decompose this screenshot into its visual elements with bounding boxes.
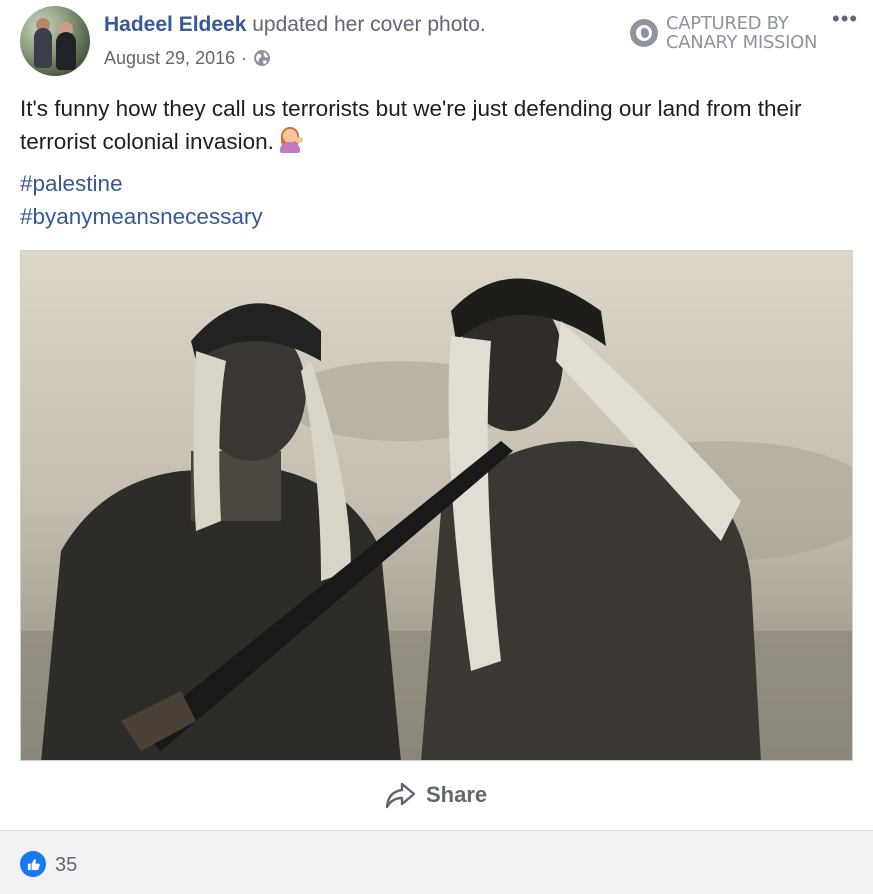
like-icon[interactable] bbox=[20, 851, 46, 877]
hashtag-byanymeansnecessary[interactable]: #byanymeansnecessary bbox=[20, 202, 263, 232]
watermark-line-2: CANARY MISSION bbox=[666, 32, 818, 53]
share-arrow-icon bbox=[385, 782, 416, 809]
share-button[interactable]: Share bbox=[384, 780, 487, 810]
post-text: It's funny how they call us terrorists b… bbox=[20, 92, 860, 158]
post-header: Hadeel Eldeek updated her cover photo. bbox=[104, 12, 486, 38]
share-label: Share bbox=[426, 782, 488, 807]
post-action-text: updated her cover photo. bbox=[252, 13, 486, 36]
canary-mission-watermark: CAPTURED BY CANARY MISSION bbox=[630, 14, 817, 52]
hashtag-palestine[interactable]: #palestine bbox=[20, 169, 123, 199]
post-meta: August 29, 2016 · bbox=[104, 46, 271, 70]
globe-icon[interactable] bbox=[253, 49, 271, 67]
canary-logo-icon bbox=[630, 19, 658, 47]
post-text-content: It's funny how they call us terrorists b… bbox=[20, 96, 802, 154]
reactions-bar: 35 bbox=[0, 831, 873, 894]
cover-photo[interactable] bbox=[20, 250, 853, 761]
watermark-line-1: CAPTURED BY bbox=[666, 13, 789, 34]
facebook-post: Hadeel Eldeek updated her cover photo. A… bbox=[0, 0, 873, 894]
author-avatar[interactable] bbox=[20, 6, 90, 76]
meta-separator: · bbox=[241, 48, 248, 68]
reaction-count[interactable]: 35 bbox=[55, 854, 77, 877]
woman-tipping-hand-emoji-icon bbox=[278, 127, 304, 153]
post-date[interactable]: August 29, 2016 bbox=[104, 46, 235, 70]
more-options-icon[interactable]: ••• bbox=[832, 6, 858, 32]
author-name-link[interactable]: Hadeel Eldeek bbox=[104, 13, 246, 36]
